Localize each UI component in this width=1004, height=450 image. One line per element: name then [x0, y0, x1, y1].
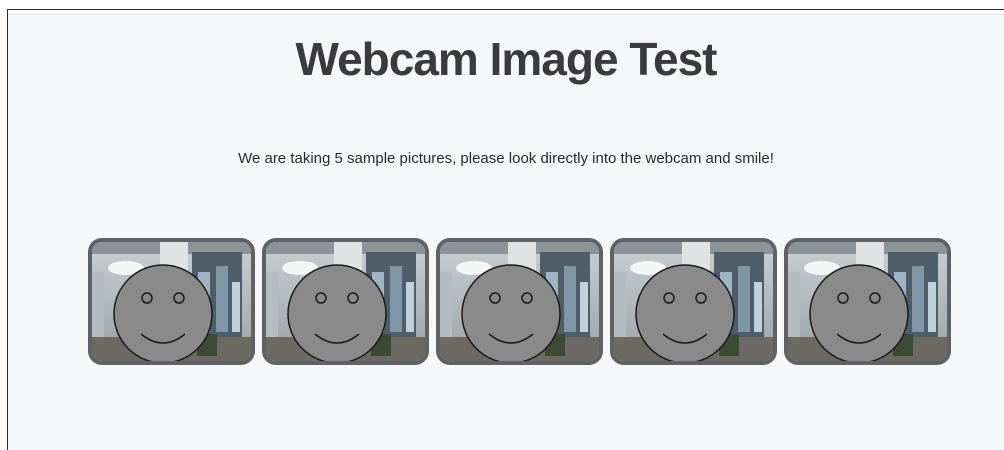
page-frame: Webcam Image Test We are taking 5 sample…: [7, 9, 1004, 450]
smiley-face-icon: [635, 264, 735, 361]
sample-pictures-row: [88, 238, 951, 365]
sample-picture: [784, 238, 951, 365]
page-title: Webcam Image Test: [295, 33, 717, 85]
sample-picture: [88, 238, 255, 365]
instructions-text: We are taking 5 sample pictures, please …: [238, 150, 774, 167]
sample-picture: [436, 238, 603, 365]
sample-picture: [262, 238, 429, 365]
smiley-face-icon: [809, 264, 909, 361]
smiley-face-icon: [113, 264, 213, 361]
sample-picture: [610, 238, 777, 365]
smiley-face-icon: [287, 264, 387, 361]
top-divider: [8, 10, 1004, 15]
smiley-face-icon: [461, 264, 561, 361]
